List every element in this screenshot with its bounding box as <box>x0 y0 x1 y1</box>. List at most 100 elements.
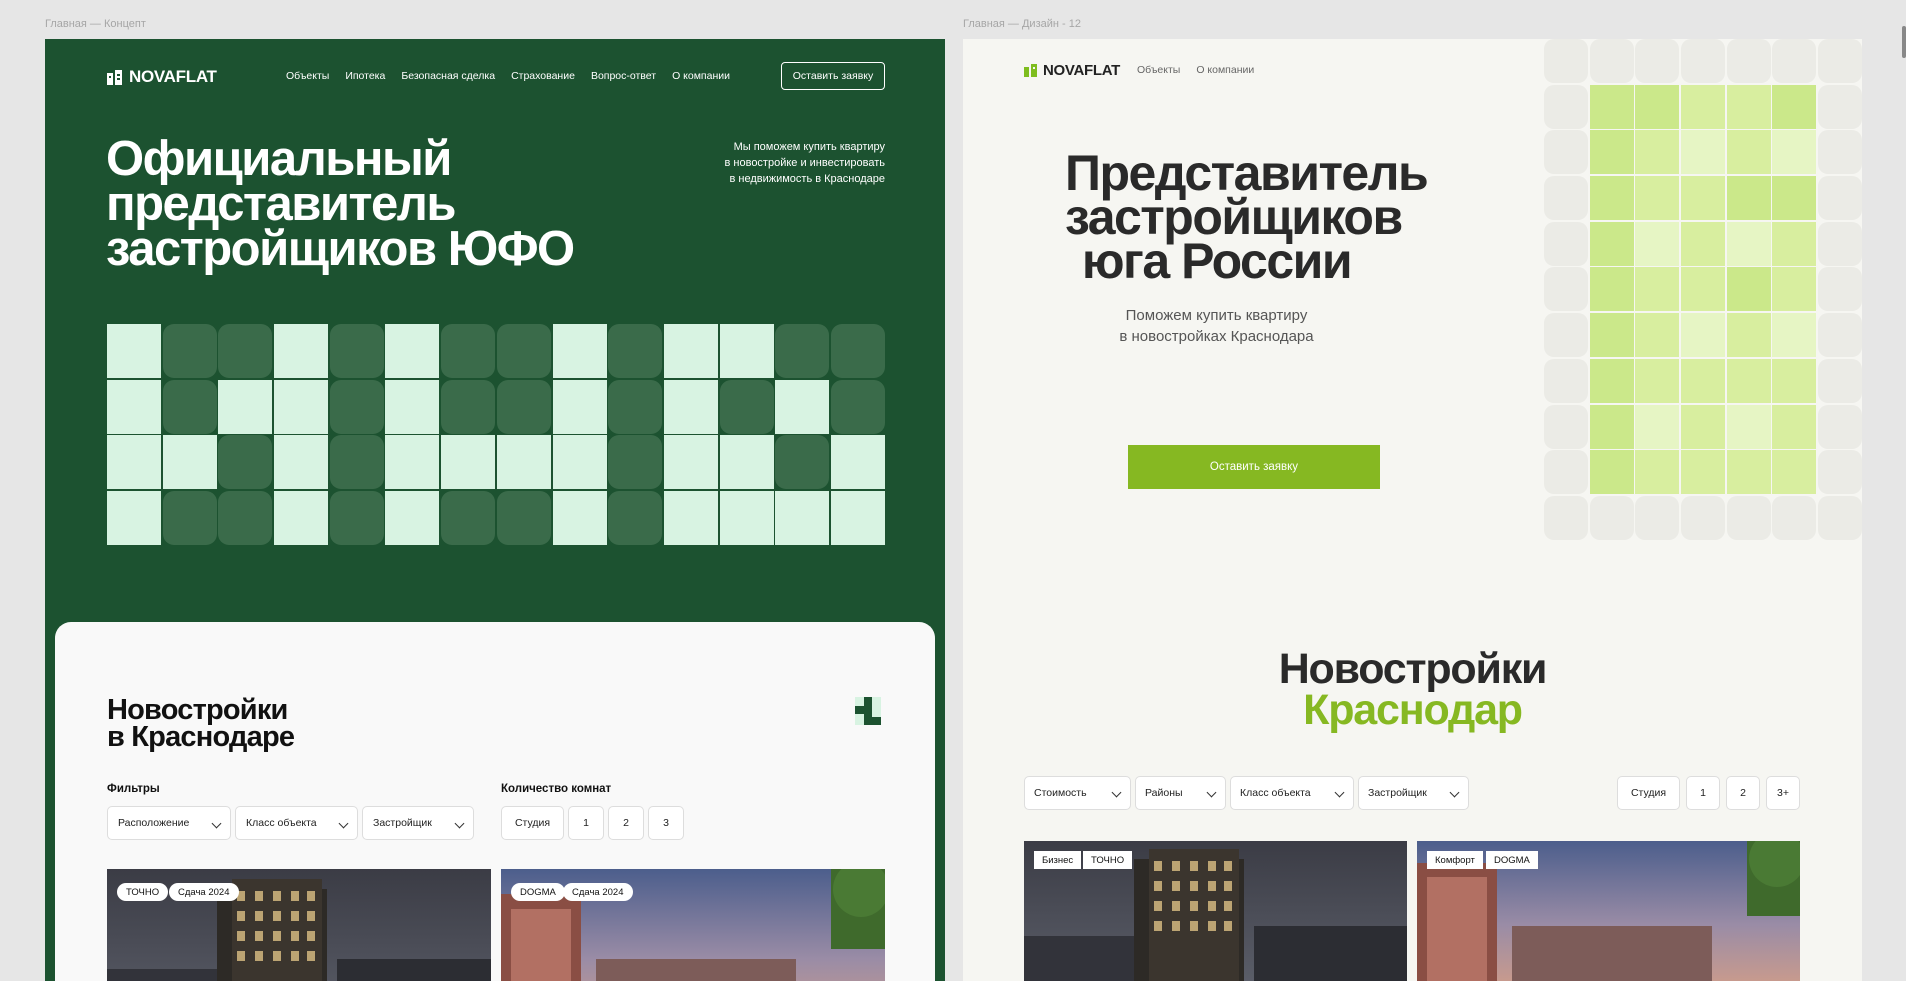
pattern-tile <box>496 491 551 546</box>
rooms-studio-button[interactable]: Студия <box>1617 776 1680 810</box>
price-select[interactable]: Стоимость <box>1024 776 1131 810</box>
catalog-section: Новостройки в Краснодаре Фильтры Количес… <box>55 622 935 981</box>
design-frame: NOVAFLAT Объекты О компании Представител… <box>963 39 1862 981</box>
pattern-tile <box>1772 84 1817 129</box>
pattern-tile <box>218 435 273 490</box>
pattern-tile <box>1589 84 1634 129</box>
rooms-label: Количество комнат <box>501 783 612 795</box>
pattern-tile <box>719 491 774 546</box>
rooms-2-button[interactable]: 2 <box>1726 776 1760 810</box>
chevron-down-icon <box>211 818 222 829</box>
developer-select[interactable]: Застройщик <box>362 806 474 840</box>
rooms-1-button[interactable]: 1 <box>1686 776 1720 810</box>
district-select[interactable]: Районы <box>1135 776 1226 810</box>
pattern-tile <box>1589 358 1634 403</box>
nav-item-mortgage[interactable]: Ипотека <box>345 70 385 82</box>
project-card-dogma[interactable]: Комфорт DOGMA <box>1417 841 1800 981</box>
pattern-tile <box>608 491 663 546</box>
hero-pixel-pattern <box>1544 39 1862 540</box>
main-nav: Объекты О компании <box>1137 64 1254 76</box>
class-select[interactable]: Класс объекта <box>1230 776 1354 810</box>
pattern-tile <box>1726 84 1771 129</box>
pattern-tile <box>218 379 273 434</box>
pattern-tile <box>608 324 663 378</box>
pattern-tile <box>1726 313 1771 358</box>
rooms-2-button[interactable]: 2 <box>608 806 644 840</box>
rooms-1-button[interactable]: 1 <box>568 806 604 840</box>
request-button[interactable]: Оставить заявку <box>1128 445 1380 489</box>
pattern-tile <box>107 435 161 490</box>
nav-item-insurance[interactable]: Страхование <box>511 70 575 82</box>
pattern-tile <box>1726 358 1771 403</box>
logo[interactable]: NOVAFLAT <box>1024 62 1120 79</box>
pattern-tile <box>608 435 663 490</box>
rooms-studio-button[interactable]: Студия <box>501 806 564 840</box>
project-card-tochno[interactable]: Бизнес ТОЧНО <box>1024 841 1407 981</box>
pattern-tile <box>775 379 830 434</box>
pattern-tile <box>385 379 440 434</box>
rooms-3plus-button[interactable]: 3+ <box>1766 776 1800 810</box>
pattern-tile <box>1544 404 1588 449</box>
pattern-tile <box>830 324 885 378</box>
delivery-tag: Сдача 2024 <box>563 883 633 901</box>
pattern-tile <box>1544 450 1588 495</box>
pattern-tile <box>1726 267 1771 312</box>
chevron-down-icon <box>1449 787 1460 798</box>
pattern-tile <box>1818 495 1862 540</box>
pattern-tile <box>663 379 718 434</box>
pattern-tile <box>775 491 830 546</box>
pattern-tile <box>663 491 718 546</box>
logo-text: NOVAFLAT <box>1043 62 1121 79</box>
pattern-tile <box>274 435 329 490</box>
concept-frame: NOVAFLAT Объекты Ипотека Безопасная сдел… <box>45 39 945 981</box>
pattern-tile <box>162 379 217 434</box>
project-card-dogma[interactable]: DOGMA Сдача 2024 <box>501 869 885 981</box>
main-nav: Объекты Ипотека Безопасная сделка Страхо… <box>286 70 730 82</box>
pattern-tile <box>1726 221 1771 266</box>
rooms-3-button[interactable]: 3 <box>648 806 684 840</box>
hero-subtitle: Мы поможем купить квартиру в новостройке… <box>724 141 886 185</box>
pattern-tile <box>274 491 329 546</box>
pattern-tile <box>1772 404 1817 449</box>
location-select[interactable]: Расположение <box>107 806 231 840</box>
developer-select[interactable]: Застройщик <box>1358 776 1469 810</box>
pattern-tile <box>496 379 551 434</box>
class-select[interactable]: Класс объекта <box>235 806 358 840</box>
pattern-tile <box>1635 450 1680 495</box>
pattern-tile <box>441 324 496 378</box>
nav-item-objects[interactable]: Объекты <box>286 70 329 82</box>
pattern-tile <box>1681 358 1726 403</box>
developer-tag: ТОЧНО <box>117 883 169 901</box>
pattern-tile <box>1772 221 1817 266</box>
pattern-tile <box>329 435 384 490</box>
nav-item-about[interactable]: О компании <box>1196 64 1254 76</box>
pattern-tile <box>274 324 329 378</box>
pattern-tile <box>1544 39 1588 83</box>
scrollbar-thumb[interactable] <box>1902 26 1906 58</box>
pattern-tile <box>1818 450 1862 495</box>
pattern-tile <box>719 379 774 434</box>
pattern-tile <box>1635 221 1680 266</box>
nav-item-about[interactable]: О компании <box>672 70 730 82</box>
request-button[interactable]: Оставить заявку <box>781 62 885 90</box>
nav-item-objects[interactable]: Объекты <box>1137 64 1180 76</box>
hero-pixel-pattern <box>107 324 885 546</box>
pattern-tile <box>830 435 885 490</box>
pattern-tile <box>1772 39 1817 83</box>
pattern-tile <box>1589 450 1634 495</box>
pattern-tile <box>1772 358 1817 403</box>
pattern-tile <box>329 379 384 434</box>
hero-title: Представитель застройщиков юга России <box>1065 145 1429 289</box>
pattern-tile <box>218 324 273 378</box>
chevron-down-icon <box>1334 787 1345 798</box>
pattern-tile <box>1544 313 1588 358</box>
pixel-mark-icon <box>855 697 881 725</box>
nav-item-safe-deal[interactable]: Безопасная сделка <box>401 70 495 82</box>
section-title: Новостройки Краснодар <box>1278 645 1548 734</box>
logo[interactable]: NOVAFLAT <box>107 67 217 87</box>
pattern-tile <box>1772 450 1817 495</box>
nav-item-faq[interactable]: Вопрос-ответ <box>591 70 656 82</box>
pattern-tile <box>441 435 496 490</box>
project-card-tochno[interactable]: ТОЧНО Сдача 2024 <box>107 869 491 981</box>
pattern-tile <box>830 491 885 546</box>
